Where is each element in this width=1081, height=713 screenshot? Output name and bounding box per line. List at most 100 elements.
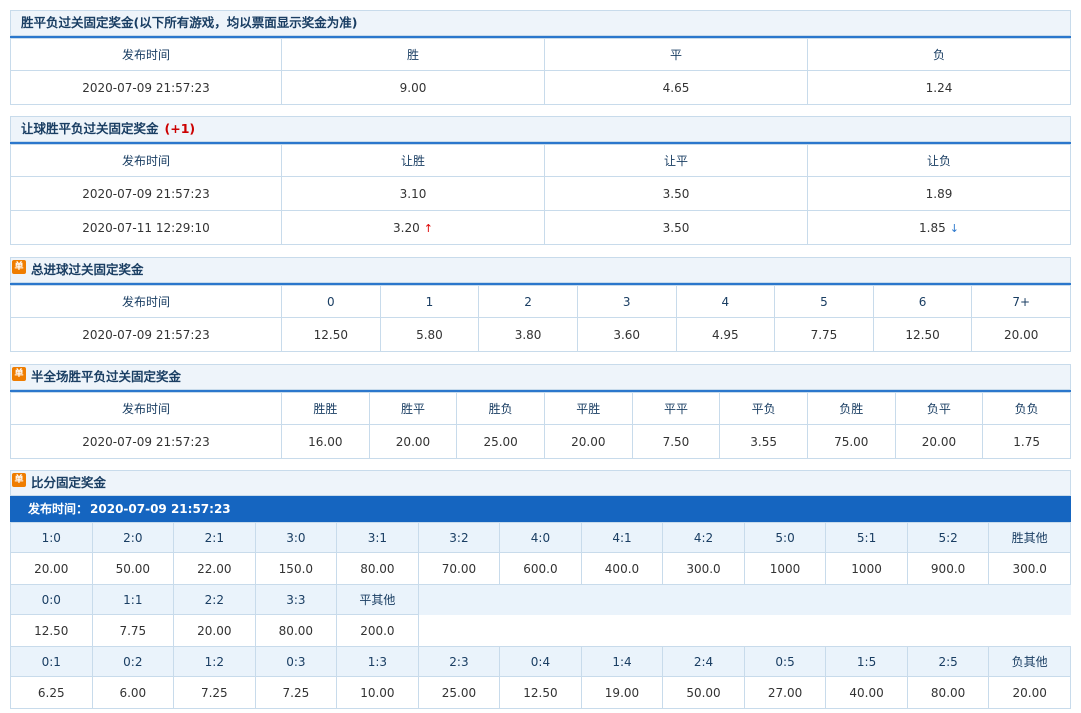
section-title: 单半全场胜平负过关固定奖金 <box>10 364 1071 390</box>
odds-cell: 3.50 <box>544 210 808 245</box>
header-cell: 发布时间 <box>10 144 282 177</box>
odds-cell: 7.75 <box>91 614 175 647</box>
arrow-up-icon: ↑ <box>423 221 433 235</box>
empty-cell <box>581 614 663 647</box>
odds-cell: 1000 <box>743 552 827 585</box>
publish-time-value: 2020-07-09 21:57:23 <box>90 502 231 516</box>
odds-cell: 80.00 <box>254 614 338 647</box>
empty-cell <box>418 584 500 615</box>
odds-cell: 1.75 <box>982 424 1071 459</box>
table-row: 2020-07-11 12:29:10 3.20 ↑ 3.50 1.85 ↓ <box>10 210 1071 245</box>
score-cell: 0:3 <box>254 646 338 677</box>
odds-cell: 20.00 <box>971 317 1071 352</box>
odds-cell: 300.0 <box>662 552 745 585</box>
header-cell: 负负 <box>982 392 1071 425</box>
odds-cell: 50.00 <box>91 552 175 585</box>
score-cell: 5:0 <box>743 522 827 553</box>
odds-cell: 7.75 <box>774 317 874 352</box>
empty-cell <box>499 614 582 647</box>
odds-cell: 12.50 <box>10 614 93 647</box>
header-cell: 0 <box>281 285 381 318</box>
publish-time: 2020-07-09 21:57:23 <box>10 424 282 459</box>
lose-odds-row: 6.25 6.00 7.25 7.25 10.00 25.00 12.50 19.00 50.0… <box>10 676 1071 709</box>
arrow-down-icon: ↓ <box>949 221 959 235</box>
odds-cell: 600.0 <box>499 552 582 585</box>
score-cell: 2:4 <box>662 646 745 677</box>
section-title: 单比分固定奖金 <box>10 470 1071 496</box>
odds-cell: 12.50 <box>872 317 973 352</box>
odds-cell: 20.00 <box>10 552 93 585</box>
header-cell: 发布时间 <box>10 392 282 425</box>
empty-cell <box>499 584 582 615</box>
win-scores-row: 1:0 2:0 2:1 3:0 3:1 3:2 4:0 4:1 4:2 5:0 5:1 5:2 胜其他 <box>10 522 1071 553</box>
score-cell: 胜其他 <box>988 522 1071 553</box>
odds-cell: 3.55 <box>719 424 808 459</box>
odds-cell: 5.80 <box>379 317 480 352</box>
empty-cell <box>907 614 989 647</box>
header-cell: 发布时间 <box>10 285 282 318</box>
score-cell: 5:1 <box>825 522 908 553</box>
header-cell: 4 <box>675 285 776 318</box>
odds-cell: 3.80 <box>478 317 578 352</box>
odds-cell: 20.00 <box>894 424 984 459</box>
table-header-row: 发布时间 胜胜 胜平 胜负 平胜 平平 平负 负胜 负平 负负 <box>10 392 1071 425</box>
odds-value: 1.85 <box>919 220 946 235</box>
odds-cell: 6.00 <box>91 676 175 709</box>
odds-cell: 7.50 <box>631 424 721 459</box>
single-badge-icon: 单 <box>12 367 26 381</box>
score-cell: 3:3 <box>254 584 338 615</box>
odds-cell: 3.20 ↑ <box>281 210 545 245</box>
odds-value: 3.20 <box>393 220 420 235</box>
odds-cell: 40.00 <box>825 676 908 709</box>
odds-cell: 20.00 <box>173 614 256 647</box>
odds-cell: 1.89 <box>807 176 1071 211</box>
odds-cell: 22.00 <box>173 552 256 585</box>
score-cell: 4:0 <box>499 522 582 553</box>
empty-cell <box>662 614 745 647</box>
table-header-row: 发布时间 0 1 2 3 4 5 6 7+ <box>10 285 1071 318</box>
header-cell: 让负 <box>807 144 1071 177</box>
score-cell: 3:0 <box>254 522 338 553</box>
odds-cell: 20.00 <box>543 424 633 459</box>
header-cell: 平 <box>544 38 808 71</box>
odds-cell: 70.00 <box>417 552 501 585</box>
section-win-draw-lose: 胜平负过关固定奖金(以下所有游戏，均以票面显示奖金为准) 发布时间 胜 平 负 … <box>10 10 1071 105</box>
score-cell: 0:5 <box>743 646 827 677</box>
odds-cell: 7.25 <box>254 676 338 709</box>
odds-cell: 6.25 <box>10 676 93 709</box>
empty-cell <box>744 614 826 647</box>
empty-cell <box>418 614 500 647</box>
empty-cell <box>988 584 1071 615</box>
score-cell: 2:3 <box>417 646 501 677</box>
score-cell: 平其他 <box>336 584 419 615</box>
odds-cell: 10.00 <box>336 676 419 709</box>
header-cell: 胜胜 <box>281 392 370 425</box>
table-header-row: 发布时间 胜 平 负 <box>10 38 1071 71</box>
header-cell: 负胜 <box>806 392 896 425</box>
publish-time: 2020-07-09 21:57:23 <box>10 176 282 211</box>
empty-cell <box>825 614 908 647</box>
publish-time: 2020-07-09 21:57:23 <box>10 70 282 105</box>
odds-cell: 4.95 <box>675 317 776 352</box>
header-cell: 2 <box>478 285 578 318</box>
single-badge-icon: 单 <box>12 473 26 487</box>
odds-cell: 7.25 <box>173 676 256 709</box>
score-cell: 1:2 <box>173 646 256 677</box>
odds-cell: 4.65 <box>544 70 808 105</box>
odds-cell: 3.10 <box>281 176 545 211</box>
score-cell: 4:2 <box>662 522 745 553</box>
table-row: 2020-07-09 21:57:23 16.00 20.00 25.00 20… <box>10 424 1071 459</box>
score-cell: 2:5 <box>906 646 990 677</box>
odds-cell: 20.00 <box>368 424 458 459</box>
odds-cell: 900.0 <box>906 552 990 585</box>
odds-table: 发布时间 0 1 2 3 4 5 6 7+ 2020-07-09 21:57:2… <box>10 285 1071 352</box>
odds-cell: 300.0 <box>988 552 1071 585</box>
score-cell: 3:1 <box>336 522 419 553</box>
score-cell: 1:4 <box>580 646 664 677</box>
odds-cell: 80.00 <box>906 676 990 709</box>
section-half-full-time: 单半全场胜平负过关固定奖金 发布时间 胜胜 胜平 胜负 平胜 平平 平负 负胜 … <box>10 364 1071 459</box>
win-odds-row: 20.00 50.00 22.00 150.0 80.00 70.00 600.0 400.0… <box>10 552 1071 585</box>
empty-cell <box>662 584 745 615</box>
header-cell: 3 <box>576 285 677 318</box>
odds-cell: 1000 <box>825 552 908 585</box>
